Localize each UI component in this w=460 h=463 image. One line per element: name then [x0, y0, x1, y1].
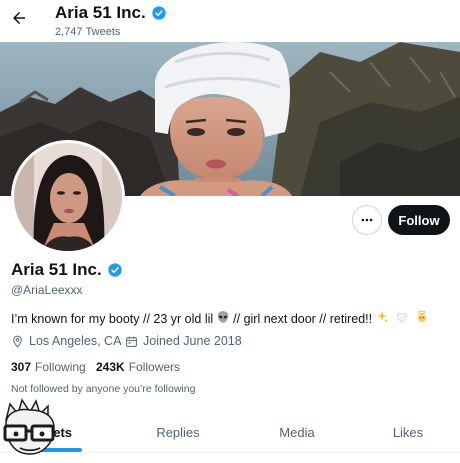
location-text: Los Angeles, CA [29, 334, 122, 348]
followers-link[interactable]: 243K Followers [96, 360, 180, 374]
white-heart-emoji-icon [395, 310, 409, 327]
followers-label: Followers [128, 360, 181, 374]
tab-media[interactable]: Media [258, 412, 336, 452]
more-options-button[interactable] [352, 205, 382, 235]
profile-tabs: eets Replies Media Likes [0, 412, 460, 452]
alien-emoji-icon [216, 310, 230, 327]
tweet-count-label: Tweets [85, 26, 121, 38]
angel-emoji-icon [415, 310, 429, 327]
verified-badge-icon [108, 263, 122, 277]
tweet-count-number: 2,747 [55, 26, 83, 38]
profile-name: Aria 51 Inc. [11, 260, 123, 280]
joined-text: Joined June 2018 [143, 334, 242, 348]
location-pin-icon [13, 335, 22, 348]
header-account-name: Aria 51 Inc. [55, 3, 167, 23]
profile-handle: @AriaLeexxx [11, 283, 83, 297]
verified-badge-icon [152, 6, 166, 20]
joined-row: Joined June 2018 [125, 334, 242, 348]
mascot-watermark-icon [0, 398, 62, 458]
sparkles-emoji-icon [375, 310, 389, 327]
tab-replies[interactable]: Replies [138, 412, 218, 452]
not-followed-note: Not followed by anyone you’re following [11, 383, 196, 395]
calendar-icon [126, 336, 137, 347]
following-link[interactable]: 307 Following [11, 360, 86, 374]
avatar[interactable] [11, 140, 125, 254]
following-label: Following [35, 360, 86, 374]
profile-bio: I’m known for my booty // 23 yr old lil … [11, 310, 432, 327]
bio-text-part2: // girl next door // retired!! [233, 311, 373, 326]
follow-button[interactable]: Follow [388, 205, 450, 235]
profile-name-text: Aria 51 Inc. [11, 260, 102, 279]
tabs-divider [0, 452, 460, 453]
bio-text-part1: I’m known for my booty // 23 yr old lil [11, 311, 214, 326]
header-name-text: Aria 51 Inc. [55, 3, 146, 22]
top-bar: Aria 51 Inc. 2,747 Tweets [0, 0, 460, 42]
more-dots-icon [361, 218, 373, 222]
header-tweet-count: 2,747 Tweets [55, 26, 123, 38]
tab-likes[interactable]: Likes [372, 412, 444, 452]
location-row: Los Angeles, CA [11, 334, 121, 348]
back-arrow-icon[interactable] [8, 7, 30, 29]
followers-count: 243K [96, 360, 125, 374]
following-count: 307 [11, 360, 32, 374]
